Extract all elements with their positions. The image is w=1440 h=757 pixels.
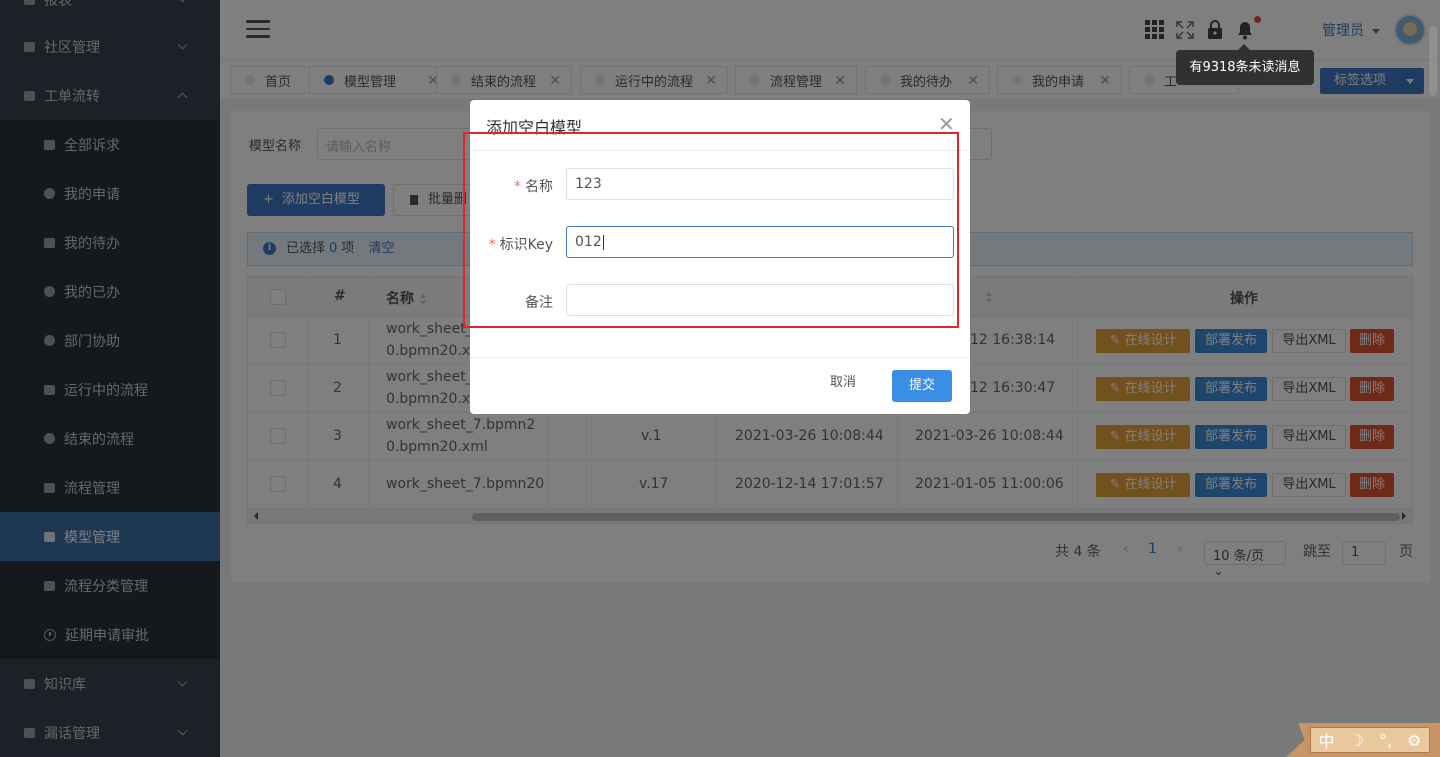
punctuation-icon[interactable]: °, — [1379, 731, 1392, 750]
settings-icon[interactable]: ⚙ — [1407, 731, 1421, 750]
close-icon[interactable]: ✕ — [938, 114, 955, 134]
page-scrollbar[interactable] — [1429, 26, 1437, 96]
submit-button[interactable]: 提交 — [892, 370, 952, 402]
cancel-button[interactable]: 取消 — [830, 371, 856, 390]
highlight-annotation-box — [463, 132, 959, 328]
theme-widget: 中 ☽ °, ⚙ — [1286, 723, 1440, 757]
language-toggle[interactable]: 中 — [1319, 728, 1335, 752]
moon-icon[interactable]: ☽ — [1350, 731, 1364, 750]
unread-messages-tooltip: 有9318条未读消息 — [1176, 44, 1314, 85]
